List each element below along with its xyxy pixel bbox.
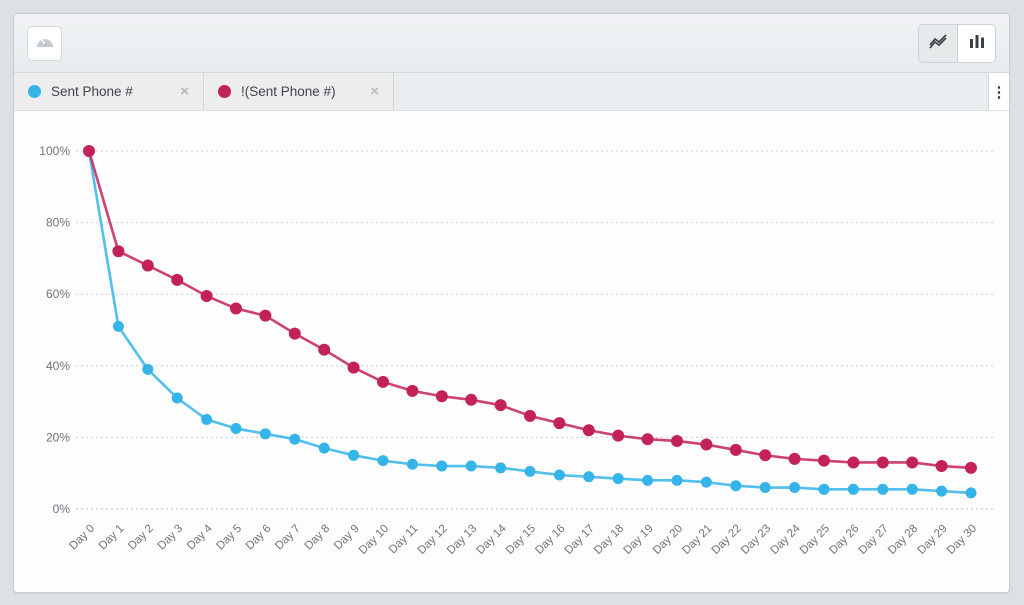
svg-text:Day 7: Day 7 bbox=[273, 523, 303, 553]
series-tab-row: Sent Phone # × !(Sent Phone #) × ⋮ bbox=[14, 73, 1009, 111]
svg-text:Day 16: Day 16 bbox=[533, 523, 567, 557]
tab-row-spacer bbox=[394, 73, 988, 110]
svg-text:40%: 40% bbox=[46, 359, 70, 373]
series-color-dot bbox=[28, 85, 41, 98]
tab-not-sent-phone[interactable]: !(Sent Phone #) × bbox=[204, 73, 394, 110]
svg-text:Day 8: Day 8 bbox=[303, 523, 333, 553]
svg-text:Day 1: Day 1 bbox=[97, 523, 127, 553]
svg-text:Day 2: Day 2 bbox=[126, 523, 156, 553]
retention-line-chart: 100%80%60%40%20%0%Day 0Day 1Day 2Day 3Da… bbox=[14, 111, 1009, 593]
svg-text:Day 27: Day 27 bbox=[857, 523, 891, 557]
close-icon[interactable]: × bbox=[362, 84, 379, 99]
svg-text:Day 15: Day 15 bbox=[504, 523, 538, 557]
svg-text:Day 22: Day 22 bbox=[710, 523, 744, 557]
svg-text:80%: 80% bbox=[46, 216, 70, 230]
svg-text:Day 3: Day 3 bbox=[156, 523, 186, 553]
bar-chart-view-button[interactable] bbox=[957, 25, 995, 62]
overflow-menu-button[interactable]: ⋮ bbox=[988, 73, 1009, 110]
svg-text:Day 24: Day 24 bbox=[768, 522, 803, 557]
svg-text:Day 26: Day 26 bbox=[827, 523, 861, 557]
svg-text:Day 10: Day 10 bbox=[357, 523, 391, 557]
svg-text:Day 20: Day 20 bbox=[651, 523, 685, 557]
svg-text:Day 19: Day 19 bbox=[621, 523, 655, 557]
line-chart-icon bbox=[927, 32, 949, 55]
tab-sent-phone[interactable]: Sent Phone # × bbox=[14, 73, 204, 110]
svg-text:Day 18: Day 18 bbox=[592, 523, 626, 557]
svg-text:Day 0: Day 0 bbox=[67, 523, 97, 553]
svg-text:100%: 100% bbox=[39, 144, 70, 158]
tab-label: Sent Phone # bbox=[51, 84, 172, 99]
svg-text:20%: 20% bbox=[46, 430, 70, 444]
svg-text:Day 12: Day 12 bbox=[416, 523, 450, 557]
svg-text:Day 28: Day 28 bbox=[886, 523, 920, 557]
kebab-icon: ⋮ bbox=[992, 83, 1007, 101]
svg-text:0%: 0% bbox=[53, 502, 71, 516]
svg-text:Day 13: Day 13 bbox=[445, 523, 479, 557]
svg-text:Day 5: Day 5 bbox=[214, 523, 244, 553]
svg-text:Day 25: Day 25 bbox=[798, 523, 832, 557]
svg-text:Day 6: Day 6 bbox=[244, 523, 274, 553]
gauge-icon bbox=[35, 33, 55, 54]
chart-area: 100%80%60%40%20%0%Day 0Day 1Day 2Day 3Da… bbox=[14, 111, 1009, 593]
analytics-panel: Sent Phone # × !(Sent Phone #) × ⋮ 100% 8… bbox=[13, 13, 1010, 593]
line-chart-view-button[interactable] bbox=[919, 25, 957, 62]
bar-chart-icon bbox=[968, 32, 986, 55]
svg-text:Day 29: Day 29 bbox=[915, 523, 949, 557]
dashboard-button[interactable] bbox=[27, 26, 62, 61]
chart-type-toggle bbox=[918, 24, 996, 63]
svg-text:Day 23: Day 23 bbox=[739, 523, 773, 557]
tab-label: !(Sent Phone #) bbox=[241, 84, 362, 99]
svg-text:Day 14: Day 14 bbox=[474, 522, 509, 557]
svg-text:Day 30: Day 30 bbox=[945, 523, 979, 557]
svg-text:60%: 60% bbox=[46, 287, 70, 301]
svg-text:Day 17: Day 17 bbox=[563, 523, 597, 557]
svg-text:Day 11: Day 11 bbox=[387, 523, 421, 557]
svg-text:Day 21: Day 21 bbox=[680, 523, 714, 557]
chart-toolbar bbox=[14, 14, 1009, 73]
svg-text:Day 4: Day 4 bbox=[185, 522, 215, 552]
close-icon[interactable]: × bbox=[172, 84, 189, 99]
series-color-dot bbox=[218, 85, 231, 98]
